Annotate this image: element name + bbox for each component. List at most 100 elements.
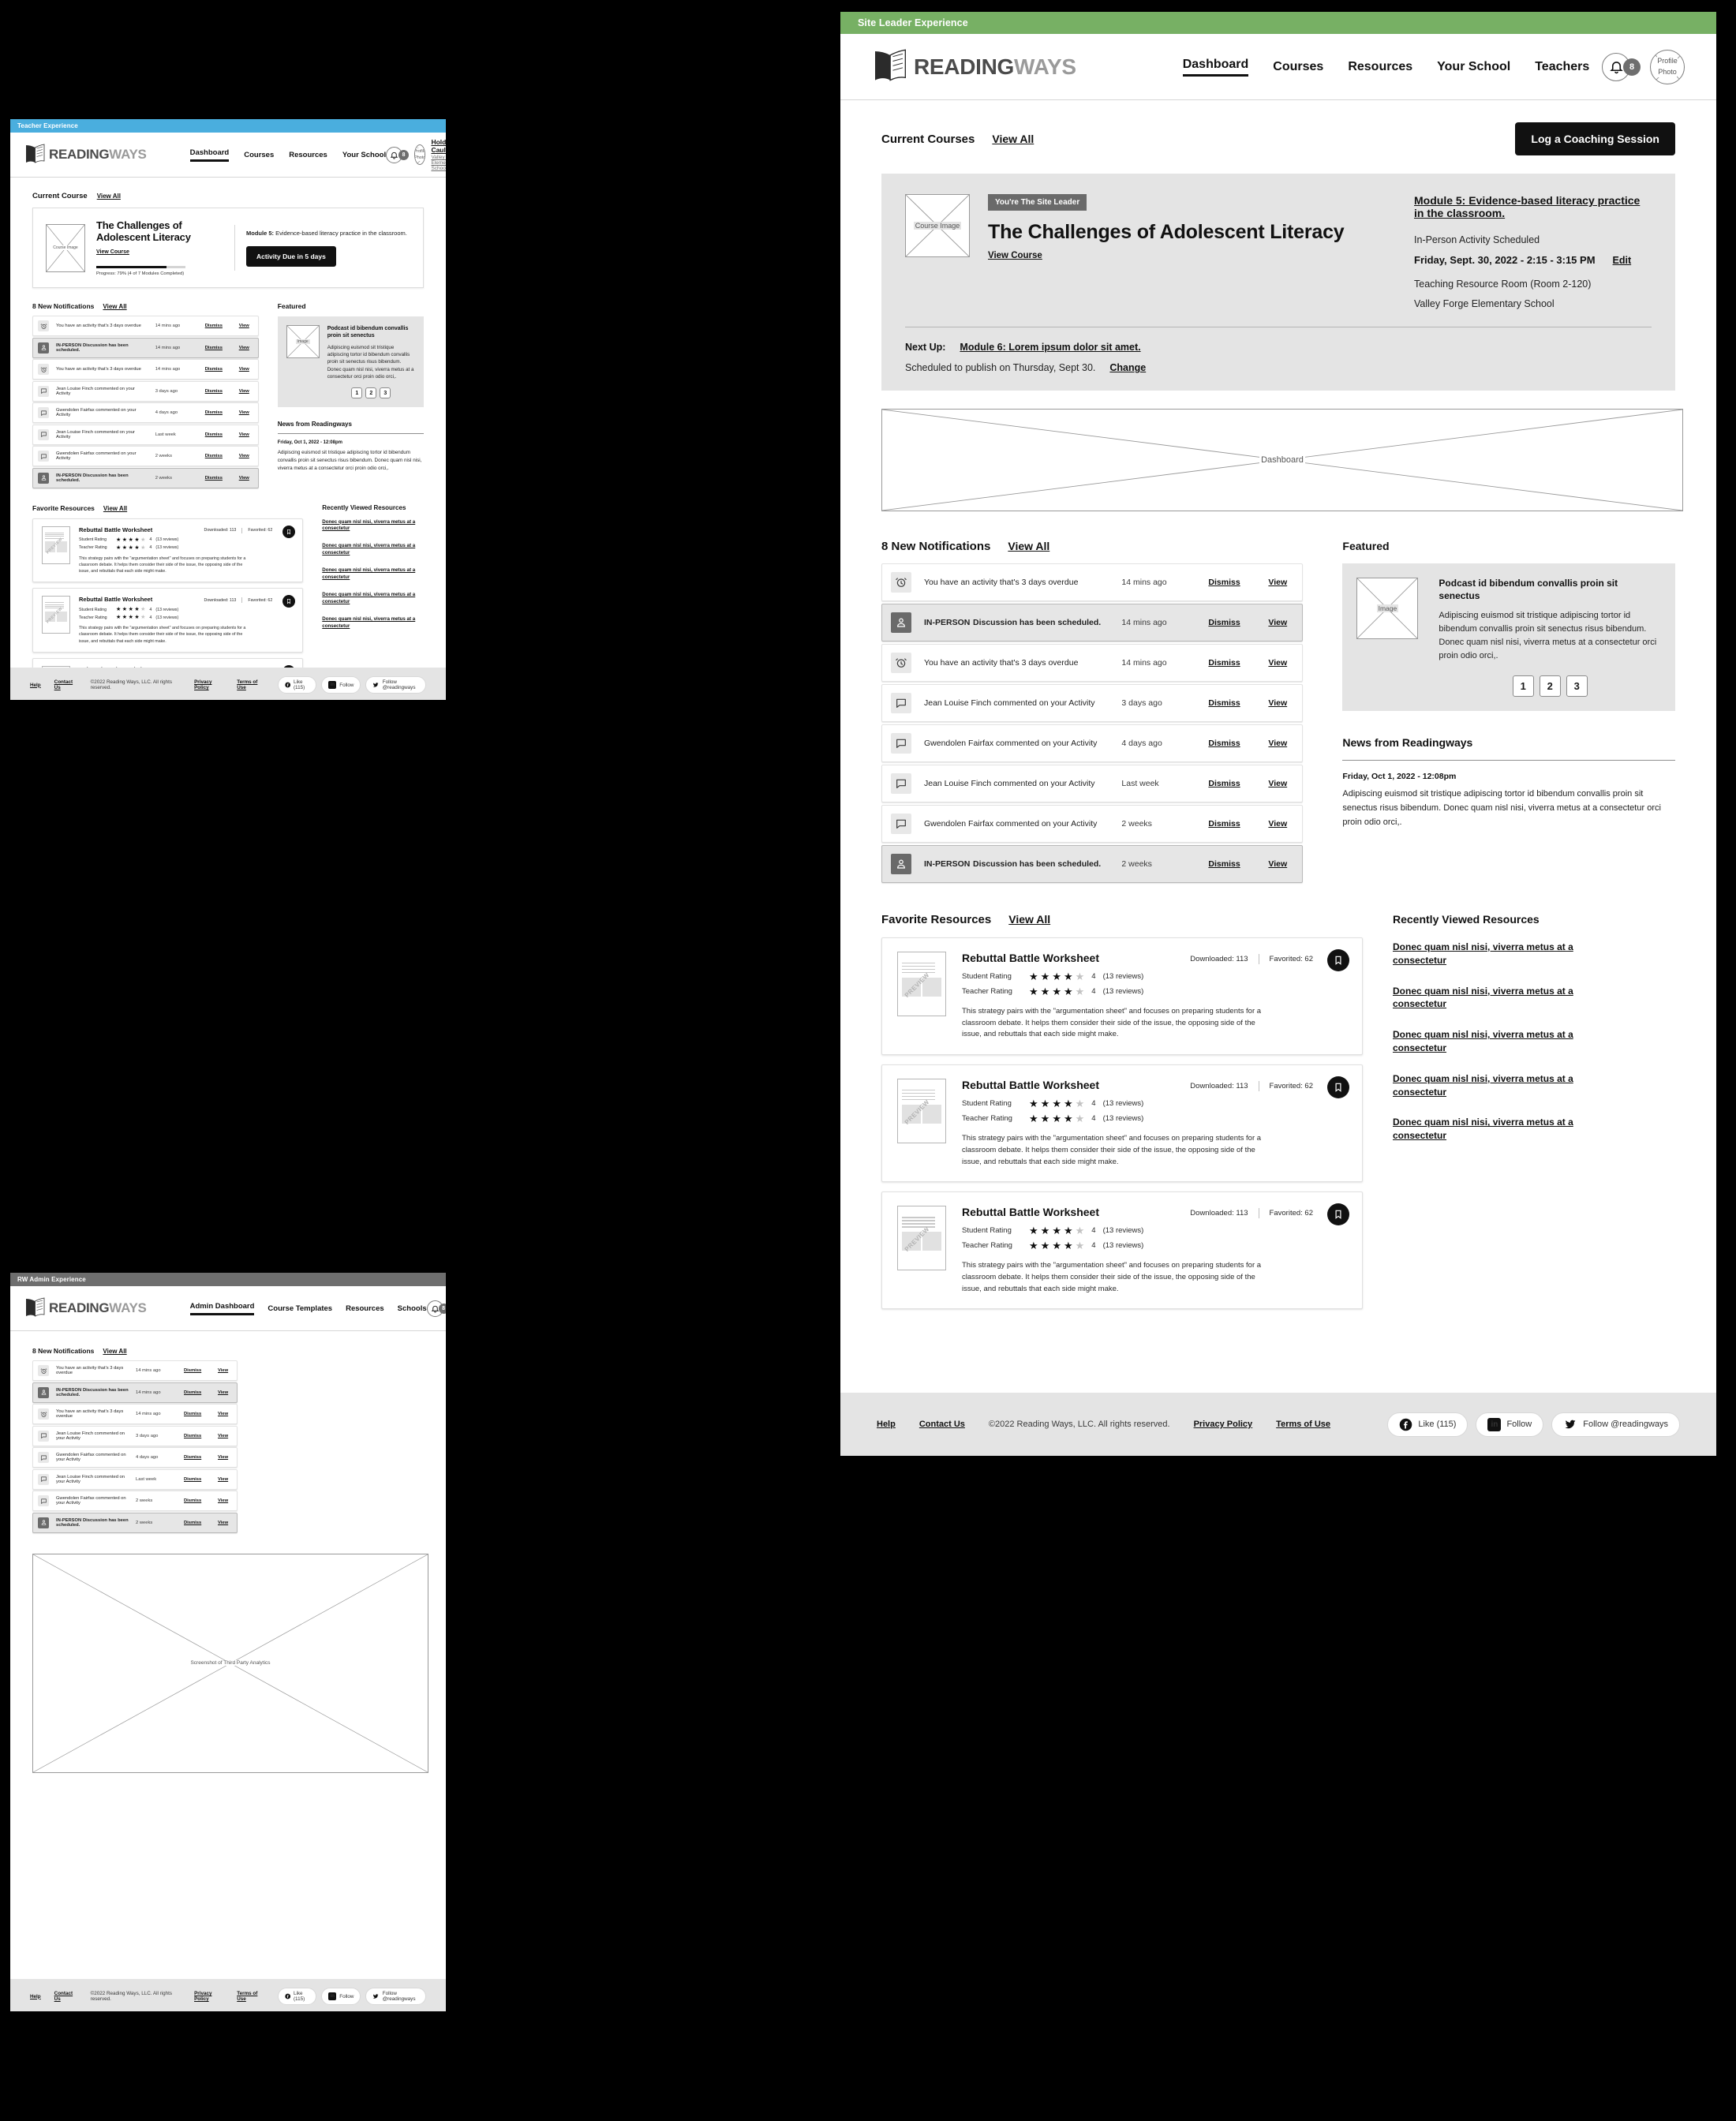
bookmark-button[interactable] <box>1327 1076 1349 1099</box>
notification-row[interactable]: You have an activity that's 3 days overd… <box>881 563 1304 601</box>
footer-help[interactable]: Help <box>30 1994 41 1999</box>
facebook-button[interactable]: Like (115) <box>1387 1412 1468 1437</box>
featured-pager-button[interactable]: 1 <box>351 387 363 399</box>
notification-dismiss[interactable]: Dismiss <box>205 410 232 415</box>
recently-viewed-link[interactable]: Donec quam nisl nisi, viverra metus at a… <box>1393 1116 1590 1143</box>
notification-row[interactable]: Jean Louise Finch commented on your Acti… <box>32 1425 238 1446</box>
twitter-button[interactable]: Follow @readingways <box>365 676 427 694</box>
notification-dismiss[interactable]: Dismiss <box>1208 819 1255 829</box>
featured-pager-button[interactable]: 2 <box>365 387 377 399</box>
nav-dashboard[interactable]: Dashboard <box>1182 58 1249 77</box>
twitter-button[interactable]: Follow @readingways <box>365 1988 427 2005</box>
notification-dismiss[interactable]: Dismiss <box>184 1498 211 1503</box>
notification-view[interactable]: View <box>1268 658 1293 668</box>
recently-viewed-link[interactable]: Donec quam nisl nisi, viverra metus at a… <box>322 567 424 582</box>
notification-view[interactable]: View <box>1268 698 1293 708</box>
recently-viewed-link[interactable]: Donec quam nisl nisi, viverra metus at a… <box>1393 985 1590 1012</box>
notification-dismiss[interactable]: Dismiss <box>205 454 232 458</box>
footer-privacy[interactable]: Privacy Policy <box>1194 1420 1253 1429</box>
nav-resources[interactable]: Resources <box>1348 60 1412 74</box>
notification-view[interactable]: View <box>218 1434 232 1438</box>
nav-courses[interactable]: Courses <box>244 151 274 159</box>
notifications-bell[interactable]: 8 <box>386 146 410 163</box>
current-course-view-all[interactable]: View All <box>97 193 121 200</box>
nav-your-school[interactable]: Your School <box>342 151 386 159</box>
twitter-button[interactable]: Follow @readingways <box>1551 1412 1680 1437</box>
notification-dismiss[interactable]: Dismiss <box>1208 618 1255 627</box>
current-courses-view-all[interactable]: View All <box>992 133 1034 145</box>
notifications-bell[interactable]: 8 <box>1602 52 1641 81</box>
featured-pager-button[interactable]: 3 <box>380 387 391 399</box>
notification-view[interactable]: View <box>1268 618 1293 627</box>
current-course-card[interactable]: Course Image The Challenges of Adolescen… <box>32 208 424 288</box>
notification-dismiss[interactable]: Dismiss <box>205 346 232 350</box>
footer-terms[interactable]: Terms of Use <box>237 1991 264 2002</box>
footer-contact[interactable]: Contact Us <box>54 1991 77 2002</box>
notification-row[interactable]: IN-PERSON Discussion has been scheduled. 1… <box>32 1382 238 1403</box>
notifications-view-all[interactable]: View All <box>103 303 126 310</box>
featured-card[interactable]: Image Podcast id bibendum convallis proi… <box>1342 563 1675 712</box>
recently-viewed-link[interactable]: Donec quam nisl nisi, viverra metus at a… <box>322 616 424 630</box>
module-link[interactable]: Module 5: Evidence-based literacy practi… <box>1414 194 1652 219</box>
notification-row[interactable]: IN-PERSON Discussion has been scheduled. 1… <box>32 337 259 358</box>
notification-view[interactable]: View <box>218 1390 232 1395</box>
featured-card[interactable]: Image Podcast id bibendum convallis proi… <box>277 316 424 408</box>
notification-row[interactable]: Jean Louise Finch commented on your Acti… <box>32 424 259 445</box>
notification-row[interactable]: Jean Louise Finch commented on your Acti… <box>32 1468 238 1490</box>
logo[interactable]: READINGWAYS <box>24 1296 147 1320</box>
nav-your-school[interactable]: Your School <box>1437 60 1510 74</box>
featured-pager-button[interactable]: 1 <box>1512 675 1534 698</box>
next-up-module-link[interactable]: Module 6: Lorem ipsum dolor sit amet. <box>960 342 1140 353</box>
avatar[interactable]: Profile Photo <box>414 144 426 165</box>
notification-view[interactable]: View <box>1268 859 1293 869</box>
notification-view[interactable]: View <box>218 1521 232 1525</box>
footer-terms[interactable]: Terms of Use <box>1276 1420 1330 1429</box>
notification-view[interactable]: View <box>1268 578 1293 587</box>
notification-dismiss[interactable]: Dismiss <box>205 432 232 437</box>
recently-viewed-link[interactable]: Donec quam nisl nisi, viverra metus at a… <box>322 592 424 606</box>
notification-dismiss[interactable]: Dismiss <box>1208 658 1255 668</box>
notification-dismiss[interactable]: Dismiss <box>184 1455 211 1460</box>
notification-row[interactable]: Gwendolen Fairfax commented on your Acti… <box>32 446 259 466</box>
notification-dismiss[interactable]: Dismiss <box>205 476 232 481</box>
notification-dismiss[interactable]: Dismiss <box>184 1521 211 1525</box>
bookmark-button[interactable] <box>1327 949 1349 971</box>
nav-courses[interactable]: Courses <box>1273 60 1323 74</box>
notification-row[interactable]: You have an activity that's 3 days overd… <box>32 359 259 380</box>
activity-due-button[interactable]: Activity Due in 5 days <box>246 245 336 267</box>
logo[interactable]: READINGWAYS <box>872 47 1076 87</box>
favorite-resources-view-all[interactable]: View All <box>1008 913 1050 926</box>
view-course-link[interactable]: View Course <box>988 251 1042 260</box>
recently-viewed-link[interactable]: Donec quam nisl nisi, viverra metus at a… <box>1393 1072 1590 1099</box>
notification-row[interactable]: IN-PERSON Discussion has been scheduled. 2… <box>32 467 259 488</box>
linkedin-button[interactable]: in Follow <box>321 676 361 694</box>
facebook-button[interactable]: Like (115) <box>277 676 317 694</box>
footer-contact[interactable]: Contact Us <box>54 679 77 690</box>
notification-view[interactable]: View <box>218 1477 232 1482</box>
edit-activity-link[interactable]: Edit <box>1613 255 1632 266</box>
nav-resources[interactable]: Resources <box>346 1304 384 1313</box>
bookmark-button[interactable] <box>282 525 296 538</box>
notification-view[interactable]: View <box>218 1455 232 1460</box>
notifications-view-all[interactable]: View All <box>103 1348 126 1355</box>
favorite-resources-view-all[interactable]: View All <box>103 505 127 512</box>
footer-privacy[interactable]: Privacy Policy <box>194 1991 223 2002</box>
notification-view[interactable]: View <box>239 454 253 458</box>
notification-dismiss[interactable]: Dismiss <box>1208 739 1255 748</box>
notification-row[interactable]: Gwendolen Fairfax commented on your Acti… <box>32 1447 238 1468</box>
notification-row[interactable]: IN-PERSON Discussion has been scheduled. 2… <box>32 1512 238 1533</box>
linkedin-button[interactable]: in Follow <box>321 1988 361 2005</box>
notification-row[interactable]: IN-PERSON Discussion has been scheduled. 2… <box>881 845 1304 883</box>
logo[interactable]: READINGWAYS <box>24 143 147 166</box>
user-info[interactable]: Holden Caulfield Valley Forge Elementary… <box>431 138 446 171</box>
notification-row[interactable]: You have an activity that's 3 days overd… <box>32 1404 238 1424</box>
notification-view[interactable]: View <box>239 367 253 372</box>
notification-dismiss[interactable]: Dismiss <box>205 367 232 372</box>
notification-view[interactable]: View <box>239 389 253 394</box>
notification-row[interactable]: You have an activity that's 3 days overd… <box>881 644 1304 682</box>
recently-viewed-link[interactable]: Donec quam nisl nisi, viverra metus at a… <box>1393 941 1590 967</box>
notifications-view-all[interactable]: View All <box>1008 540 1049 552</box>
footer-terms[interactable]: Terms of Use <box>237 679 264 690</box>
notification-row[interactable]: Gwendolen Fairfax commented on your Acti… <box>881 724 1304 762</box>
resource-card[interactable]: PREVIEWRebuttal Battle WorksheetStudent … <box>32 588 304 653</box>
